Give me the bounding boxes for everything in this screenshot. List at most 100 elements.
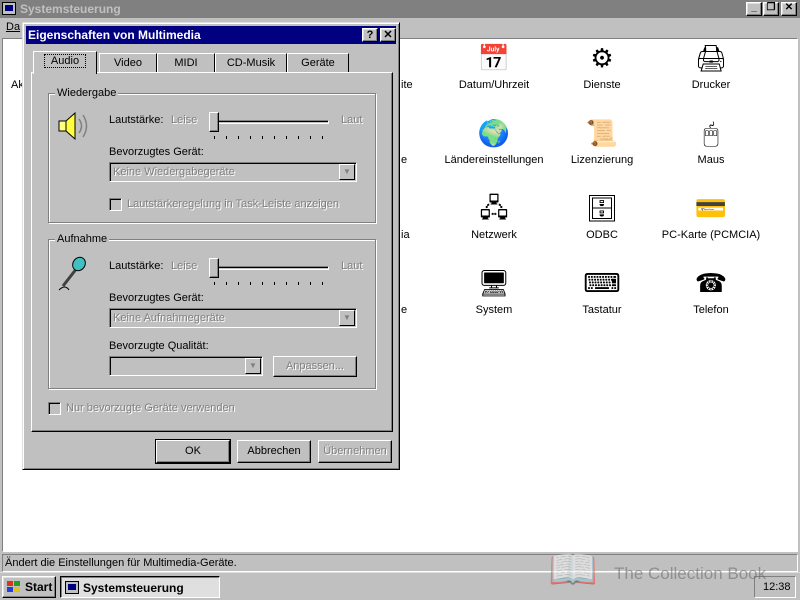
playback-volume-track [211,120,329,124]
recording-group: Aufnahme Lautstärke: Leise Laut Bevorzug… [48,233,376,389]
partial-item-label: ia [401,229,410,241]
dialog-close-button[interactable]: ✕ [380,28,396,42]
network-icon: 🖧 [479,193,509,223]
partial-item-label: ite [401,79,413,91]
close-button[interactable]: ✕ [781,2,797,16]
playback-group: Wiedergabe Lautstärke: Leise Laut Bevorz… [48,87,376,223]
recording-device-label: Bevorzugtes Gerät: [109,292,204,304]
group-title: Aufnahme [55,233,110,245]
recording-volume-track [211,266,329,270]
group-title: Wiedergabe [55,87,119,99]
recording-volume-label: Lautstärke: [109,260,164,272]
recording-device-value: Keine Aufnahmegeräte [113,312,225,324]
apply-button[interactable]: Übernehmen [318,440,392,463]
microphone-icon [58,256,86,291]
pc-card-icon: 💳 [694,193,728,223]
tab-label: Geräte [301,57,335,69]
cp-item-datetime[interactable]: 📅 Datum/Uhrzeit [439,41,549,91]
item-label: Telefon [693,304,729,316]
playback-device-label: Bevorzugtes Gerät: [109,146,204,158]
recording-device-select[interactable]: Keine Aufnahmegeräte ▼ [109,308,357,328]
only-preferred-checkbox[interactable] [48,402,61,415]
tab-audio[interactable]: Audio [33,51,97,74]
tab-label: MIDI [174,57,198,69]
item-label: Maus [697,154,725,166]
playback-device-select[interactable]: Keine Wiedergabegeräte ▼ [109,162,357,182]
taskbar-button-control-panel[interactable]: Systemsteuerung [60,576,220,598]
computer-icon: 🖥 [477,268,511,298]
globe-icon: 🌍 [477,118,511,148]
item-label: Dienste [583,79,621,91]
tab-label: CD-Musik [226,57,276,69]
cp-item-mouse[interactable]: 🖱 Maus [656,116,766,166]
cancel-button[interactable]: Abbrechen [237,440,311,463]
recording-quality-select[interactable]: ▼ [109,356,263,376]
control-panel-icon[interactable] [2,2,16,15]
item-label: Lizenzierung [570,154,634,166]
watermark: 📖 The Collection Book [548,550,788,596]
cp-item-services[interactable]: ⚙ Dienste [547,41,657,91]
tab-label: Audio [43,54,87,68]
speaker-icon [58,111,88,141]
cp-item-network[interactable]: 🖧 Netzwerk [439,191,549,241]
playback-device-value: Keine Wiedergabegeräte [113,166,235,178]
cp-item-odbc[interactable]: 🗄 ODBC [547,191,657,241]
cp-item-printers[interactable]: 🖨 Drucker [656,41,766,91]
recording-volume-max: Laut [341,260,363,272]
dropdown-arrow-icon[interactable]: ▼ [339,310,355,326]
cp-item-regional[interactable]: 🌍 Ländereinstellungen [439,116,549,166]
playback-volume-slider[interactable] [209,112,219,132]
recording-volume-min: Leise [171,260,198,272]
cp-item-telephone[interactable]: ☎ Telefon [656,266,766,316]
item-label: Tastatur [582,304,622,316]
taskbar-volume-label: Lautstärkeregelung in Task-Leiste anzeig… [127,198,339,210]
cp-item-licensing[interactable]: 📜 Lizenzierung [547,116,657,166]
tab-video[interactable]: Video [99,53,157,73]
customize-label: Anpassen... [285,360,345,372]
status-text: Ändert die Einstellungen für Multimedia-… [5,557,237,569]
maximize-button[interactable]: ❐ [763,2,779,16]
only-preferred-label: Nur bevorzugte Geräte verwenden [66,402,235,414]
minimize-button[interactable]: _ [746,2,762,16]
taskbar-volume-checkbox[interactable] [109,198,122,211]
partial-item-label: e [401,304,408,316]
dropdown-arrow-icon[interactable]: ▼ [339,164,355,180]
cp-item-pc-card[interactable]: 💳 PC-Karte (PCMCIA) [656,191,766,241]
cp-item-keyboard[interactable]: ⌨ Tastatur [547,266,657,316]
watermark-text: The Collection Book [614,564,767,583]
item-label: Ländereinstellungen [444,154,544,166]
start-button[interactable]: Start [2,576,56,598]
cp-item-system[interactable]: 🖥 System [439,266,549,316]
printer-folder-icon: 🖨 [694,43,728,73]
start-label: Start [25,580,53,594]
mouse-icon: 🖱 [703,118,719,148]
telephone-icon: ☎ [694,268,728,298]
control-panel-title-bar[interactable]: Systemsteuerung _ ❐ ✕ [0,0,800,18]
apply-label: Übernehmen [323,445,387,457]
dropdown-arrow-icon[interactable]: ▼ [245,358,261,374]
recording-volume-slider[interactable] [209,258,219,278]
tab-cd-music[interactable]: CD-Musik [215,53,287,73]
customize-button[interactable]: Anpassen... [273,356,357,377]
playback-volume-label: Lautstärke: [109,114,164,126]
multimedia-properties-dialog: Eigenschaften von Multimedia ? ✕ Audio V… [22,22,400,470]
item-label: ODBC [586,229,618,241]
keyboard-icon: ⌨ [583,268,621,298]
playback-volume-max: Laut [341,114,363,126]
help-button[interactable]: ? [362,28,378,42]
dialog-title-bar[interactable]: Eigenschaften von Multimedia ? ✕ [26,26,396,44]
item-label: System [475,304,513,316]
task-label: Systemsteuerung [83,581,184,595]
gears-icon: ⚙ [590,43,614,73]
item-label: PC-Karte (PCMCIA) [661,229,761,241]
tab-midi[interactable]: MIDI [157,53,215,73]
windows-logo-icon [7,581,21,593]
item-label: Netzwerk [471,229,517,241]
tab-devices[interactable]: Geräte [287,53,349,73]
item-label: Drucker [691,79,731,91]
partial-item-label: e [401,154,408,166]
playback-volume-min: Leise [171,114,198,126]
menu-file[interactable]: Da [6,21,20,33]
window-title: Systemsteuerung [20,2,121,16]
ok-button[interactable]: OK [155,439,231,464]
